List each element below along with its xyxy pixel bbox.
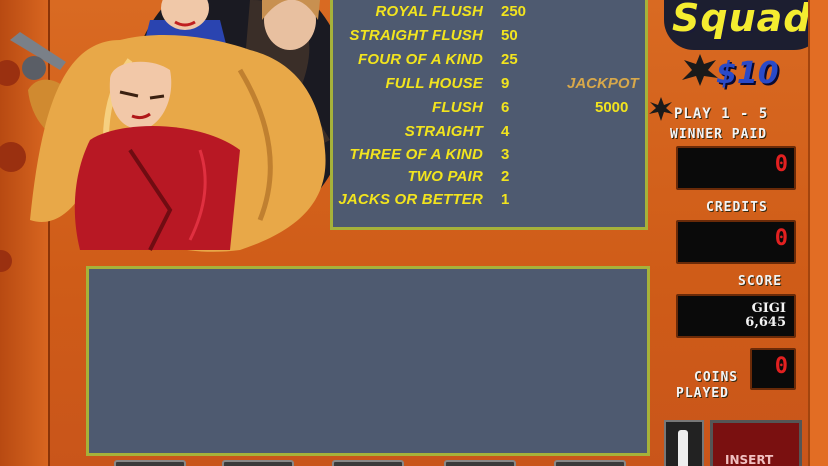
right-panel: Squad $10 PLAY 1 - 5 WINNER PAID 0 CREDI… <box>649 0 828 466</box>
score-readout: GIGI 6,645 <box>745 302 786 330</box>
jackpot-value: 5000 <box>595 99 629 116</box>
insert-coin-button[interactable]: INSERT <box>710 420 802 466</box>
hand-payout: 2 <box>501 168 510 185</box>
hand-name: FULL HOUSE <box>385 75 483 92</box>
coins-label: COINS <box>694 370 739 385</box>
score-label: SCORE <box>738 274 783 289</box>
credits-value: 0 <box>774 226 788 251</box>
paytable-row: STRAIGHT 4 <box>333 123 651 145</box>
paytable-row: FOUR OF A KIND 25 <box>333 51 651 73</box>
hand-payout: 1 <box>501 191 510 208</box>
play-range-label: PLAY 1 - 5 <box>674 106 769 122</box>
paytable-row: JACKS OR BETTER 1 <box>333 191 651 213</box>
hand-payout: 25 <box>501 51 518 68</box>
paytable: ROYAL FLUSH 250 STRAIGHT FLUSH 50 FOUR O… <box>330 0 648 230</box>
credits-label: CREDITS <box>706 200 768 215</box>
hand-payout: 4 <box>501 123 510 140</box>
hand-name: JACKS OR BETTER <box>338 191 483 208</box>
hold-button[interactable] <box>332 460 404 466</box>
hand-name: STRAIGHT <box>404 123 483 140</box>
hold-button[interactable] <box>444 460 516 466</box>
coins-played-value: 0 <box>774 354 788 379</box>
hand-name: FLUSH <box>432 99 483 116</box>
winner-paid-label: WINNER PAID <box>670 127 768 142</box>
credits-display: 0 <box>676 220 796 264</box>
paytable-row: TWO PAIR 2 <box>333 168 651 190</box>
jackpot-label: JACKPOT <box>567 75 639 92</box>
paytable-row: THREE OF A KIND 3 <box>333 146 651 168</box>
hand-payout: 50 <box>501 27 518 44</box>
paytable-row: ROYAL FLUSH 250 <box>333 3 651 25</box>
character-artwork <box>10 0 340 252</box>
insert-label: INSERT <box>725 453 774 466</box>
hold-button[interactable] <box>114 460 186 466</box>
hand-name: THREE OF A KIND <box>349 146 483 163</box>
score-display: GIGI 6,645 <box>676 294 796 338</box>
coin-slot-opening <box>678 430 688 466</box>
hold-button[interactable] <box>222 460 294 466</box>
paytable-row: STRAIGHT FLUSH 50 <box>333 27 651 49</box>
hand-name: FOUR OF A KIND <box>357 51 483 68</box>
hand-payout: 9 <box>501 75 510 92</box>
bullet-hole-icon <box>649 97 673 121</box>
coin-slot[interactable] <box>664 420 704 466</box>
coins-played-display: 0 <box>750 348 796 390</box>
winner-paid-display: 0 <box>676 146 796 190</box>
played-label: PLAYED <box>676 386 729 401</box>
score-player-name: GIGI <box>751 301 786 316</box>
hand-payout: 6 <box>501 99 510 116</box>
game-screen: ROYAL FLUSH 250 STRAIGHT FLUSH 50 FOUR O… <box>0 0 828 466</box>
bet-price: $10 <box>716 56 779 91</box>
right-frame <box>808 0 828 466</box>
hand-name: ROYAL FLUSH <box>375 3 483 20</box>
hand-payout: 3 <box>501 146 510 163</box>
winner-paid-value: 0 <box>774 152 788 177</box>
card-area[interactable] <box>86 266 650 456</box>
bullet-hole-icon <box>682 54 718 86</box>
hand-name: STRAIGHT FLUSH <box>349 27 483 44</box>
hand-payout: 250 <box>501 3 527 20</box>
logo-text: Squad <box>672 0 812 40</box>
hold-button[interactable] <box>554 460 626 466</box>
hand-name: TWO PAIR <box>407 168 483 185</box>
score-value: 6,645 <box>745 315 786 330</box>
